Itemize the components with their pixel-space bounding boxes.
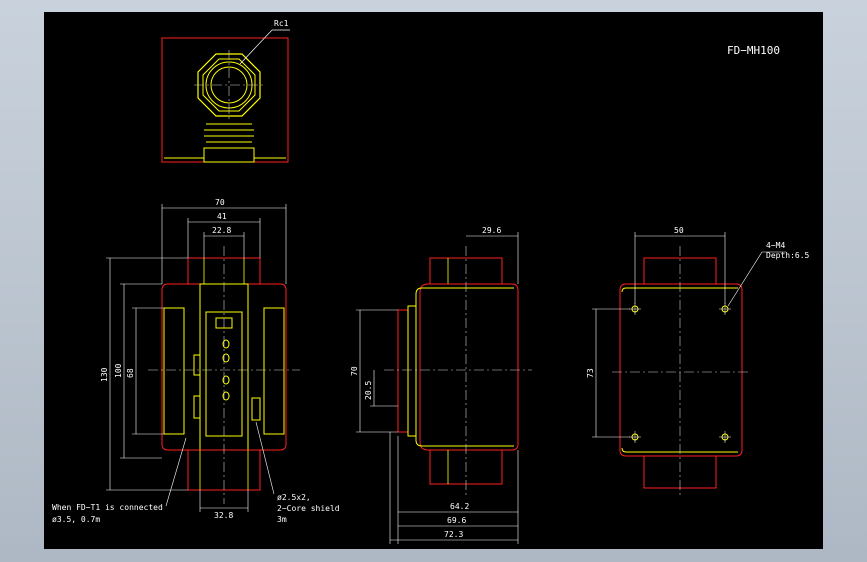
side-dimensions: [356, 232, 519, 544]
side-cover-rim: [407, 305, 417, 437]
dim-70-side: 70: [350, 366, 359, 376]
dim-70-top: 70: [215, 198, 225, 207]
dim-64-2: 64.2: [450, 502, 469, 511]
note-left-2: ø3.5, 0.7m: [52, 515, 100, 524]
front-view: [106, 204, 300, 512]
dim-41: 41: [217, 212, 227, 221]
cad-viewport: FD−MH100 Rc1 70 41 22.8 130 100 68 32.8 …: [0, 0, 867, 562]
front-dimensions: [106, 204, 287, 512]
side-cover: [397, 309, 409, 433]
note-m4-1: 4−M4: [766, 241, 785, 250]
dim-72-3: 72.3: [444, 530, 463, 539]
front-indicator-left2: [193, 395, 201, 419]
top-view: [161, 29, 290, 163]
dim-73: 73: [586, 368, 595, 378]
note-right-3: 3m: [277, 515, 287, 524]
dim-29-6: 29.6: [482, 226, 501, 235]
technical-drawing: FD−MH100 Rc1 70 41 22.8 130 100 68 32.8 …: [52, 19, 810, 544]
dim-20-5: 20.5: [364, 381, 373, 400]
drawing-title: FD−MH100: [727, 44, 780, 57]
dim-130: 130: [100, 367, 109, 382]
front-right-flange: [263, 307, 285, 435]
connector-stack: [204, 123, 254, 143]
note-left-1: When FD−T1 is connected: [52, 503, 163, 512]
connector-base: [203, 147, 255, 163]
dim-50: 50: [674, 226, 684, 235]
back-view: [592, 232, 786, 498]
side-body-inner: [415, 287, 514, 447]
front-indicator-right: [251, 397, 261, 421]
side-body: [419, 283, 519, 451]
front-indicator-left: [193, 354, 201, 376]
rc-label: Rc1: [274, 19, 289, 28]
note-right-2: 2−Core shield: [277, 504, 340, 513]
dim-22-8: 22.8: [212, 226, 231, 235]
dim-32-8: 32.8: [214, 511, 233, 520]
note-m4-2: Depth:6.5: [766, 251, 810, 260]
dim-69-6: 69.6: [447, 516, 466, 525]
back-dimensions: [592, 232, 786, 438]
dim-100: 100: [114, 363, 123, 378]
front-left-flange: [163, 307, 185, 435]
drawing-sheet: FD−MH100 Rc1 70 41 22.8 130 100 68 32.8 …: [44, 12, 823, 549]
note-right-1: ø2.5x2,: [277, 493, 311, 502]
side-view: [356, 232, 532, 544]
top-view-body: [161, 37, 289, 163]
dim-68: 68: [126, 368, 135, 378]
rc-leader: [239, 29, 273, 65]
